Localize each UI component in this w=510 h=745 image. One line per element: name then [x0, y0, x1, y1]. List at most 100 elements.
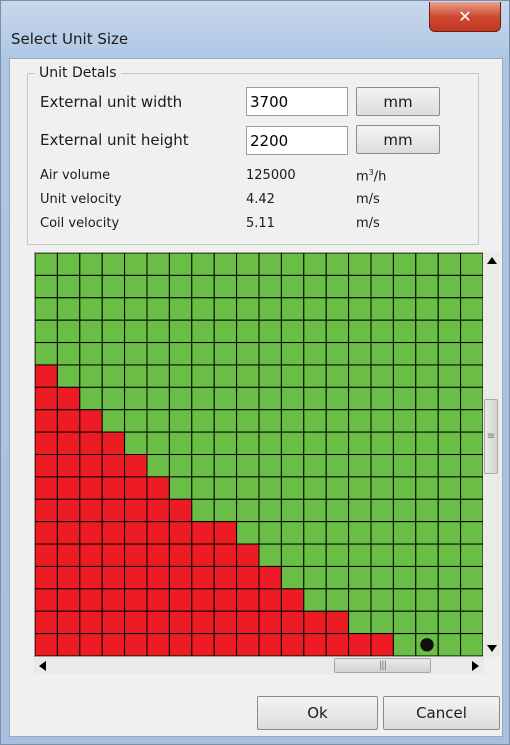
grid-cell[interactable] — [348, 253, 372, 276]
grid-cell[interactable] — [236, 543, 260, 567]
grid-cell[interactable] — [460, 386, 483, 411]
grid-cell[interactable] — [79, 319, 103, 344]
grid-cell[interactable] — [56, 319, 81, 344]
grid-cell[interactable] — [348, 409, 372, 433]
grid-cell[interactable] — [370, 498, 394, 523]
grid-cell[interactable] — [370, 431, 394, 455]
grid-cell[interactable] — [35, 633, 58, 656]
grid-cell[interactable] — [101, 274, 126, 299]
grid-cell[interactable] — [124, 297, 148, 321]
grid-cell[interactable] — [370, 409, 394, 433]
grid-cell[interactable] — [460, 319, 483, 344]
grid-cell[interactable] — [168, 454, 193, 478]
grid-cell[interactable] — [348, 274, 372, 299]
grid-cell[interactable] — [415, 253, 439, 276]
grid-cell[interactable] — [35, 409, 58, 433]
grid-cell[interactable] — [325, 565, 350, 590]
grid-cell[interactable] — [280, 633, 305, 656]
grid-cell[interactable] — [101, 521, 126, 545]
grid-cell[interactable] — [370, 476, 394, 500]
grid-cell[interactable] — [191, 409, 215, 433]
grid-cell[interactable] — [35, 588, 58, 612]
grid-cell[interactable] — [236, 476, 260, 500]
grid-cell[interactable] — [191, 633, 215, 656]
grid-cell[interactable] — [35, 297, 58, 321]
grid-cell[interactable] — [325, 476, 350, 500]
grid-cell[interactable] — [437, 297, 462, 321]
grid-cell[interactable] — [124, 342, 148, 366]
grid-cell[interactable] — [348, 521, 372, 545]
grid-cell[interactable] — [236, 498, 260, 523]
grid-cell[interactable] — [146, 565, 170, 590]
grid-cell[interactable] — [258, 364, 282, 388]
grid-cell[interactable] — [415, 543, 439, 567]
grid-cell[interactable] — [303, 498, 327, 523]
scroll-right-arrow-icon[interactable] — [472, 661, 479, 671]
grid-cell[interactable] — [101, 431, 126, 455]
grid-cell[interactable] — [79, 565, 103, 590]
grid-cell[interactable] — [168, 633, 193, 656]
grid-cell[interactable] — [460, 364, 483, 388]
grid-cell[interactable] — [370, 610, 394, 635]
grid-cell[interactable] — [325, 409, 350, 433]
grid-cell[interactable] — [325, 610, 350, 635]
grid-cell[interactable] — [280, 454, 305, 478]
grid-cell[interactable] — [236, 297, 260, 321]
grid-cell[interactable] — [280, 409, 305, 433]
vertical-scroll-thumb[interactable]: ≡ — [484, 399, 498, 474]
grid-cell[interactable] — [35, 342, 58, 366]
grid-cell[interactable] — [303, 319, 327, 344]
grid-cell[interactable] — [415, 454, 439, 478]
grid-cell[interactable] — [392, 633, 417, 656]
grid-cell[interactable] — [213, 565, 238, 590]
grid-cell[interactable] — [460, 476, 483, 500]
grid-cell[interactable] — [460, 297, 483, 321]
grid-cell[interactable] — [303, 364, 327, 388]
grid-cell[interactable] — [460, 633, 483, 656]
grid-cell[interactable] — [213, 297, 238, 321]
grid-cell[interactable] — [56, 409, 81, 433]
grid-cell[interactable] — [370, 633, 394, 656]
grid-cell[interactable] — [146, 274, 170, 299]
grid-cell[interactable] — [437, 588, 462, 612]
grid-cell[interactable] — [348, 364, 372, 388]
grid-cell[interactable] — [191, 543, 215, 567]
grid-cell[interactable] — [258, 409, 282, 433]
grid-cell[interactable] — [415, 588, 439, 612]
grid-cell[interactable] — [35, 565, 58, 590]
grid-cell[interactable] — [191, 274, 215, 299]
grid-cell[interactable] — [325, 386, 350, 411]
grid-cell[interactable] — [325, 319, 350, 344]
grid-cell[interactable] — [56, 476, 81, 500]
grid-cell[interactable] — [213, 364, 238, 388]
grid-cell[interactable] — [280, 543, 305, 567]
grid-cell[interactable] — [124, 319, 148, 344]
grid-cell[interactable] — [101, 454, 126, 478]
grid-cell[interactable] — [101, 297, 126, 321]
grid-cell[interactable] — [191, 610, 215, 635]
grid-cell[interactable] — [370, 319, 394, 344]
grid-cell[interactable] — [415, 409, 439, 433]
grid-cell[interactable] — [213, 274, 238, 299]
grid-cell[interactable] — [79, 431, 103, 455]
grid-cell[interactable] — [370, 588, 394, 612]
grid-cell[interactable] — [303, 253, 327, 276]
grid-cell[interactable] — [146, 342, 170, 366]
grid-cell[interactable] — [392, 319, 417, 344]
grid-cell[interactable] — [56, 253, 81, 276]
grid-cell[interactable] — [124, 274, 148, 299]
grid-cell[interactable] — [124, 253, 148, 276]
height-input[interactable] — [246, 126, 348, 155]
grid-cell[interactable] — [392, 274, 417, 299]
grid-cell[interactable] — [168, 521, 193, 545]
grid-cell[interactable] — [56, 364, 81, 388]
grid-cell[interactable] — [437, 342, 462, 366]
grid-cell[interactable] — [124, 409, 148, 433]
grid-cell[interactable] — [236, 319, 260, 344]
grid-cell[interactable] — [191, 521, 215, 545]
grid-cell[interactable] — [392, 610, 417, 635]
grid-cell[interactable] — [168, 610, 193, 635]
grid-cell[interactable] — [146, 431, 170, 455]
grid-cell[interactable] — [79, 498, 103, 523]
grid-cell[interactable] — [146, 409, 170, 433]
